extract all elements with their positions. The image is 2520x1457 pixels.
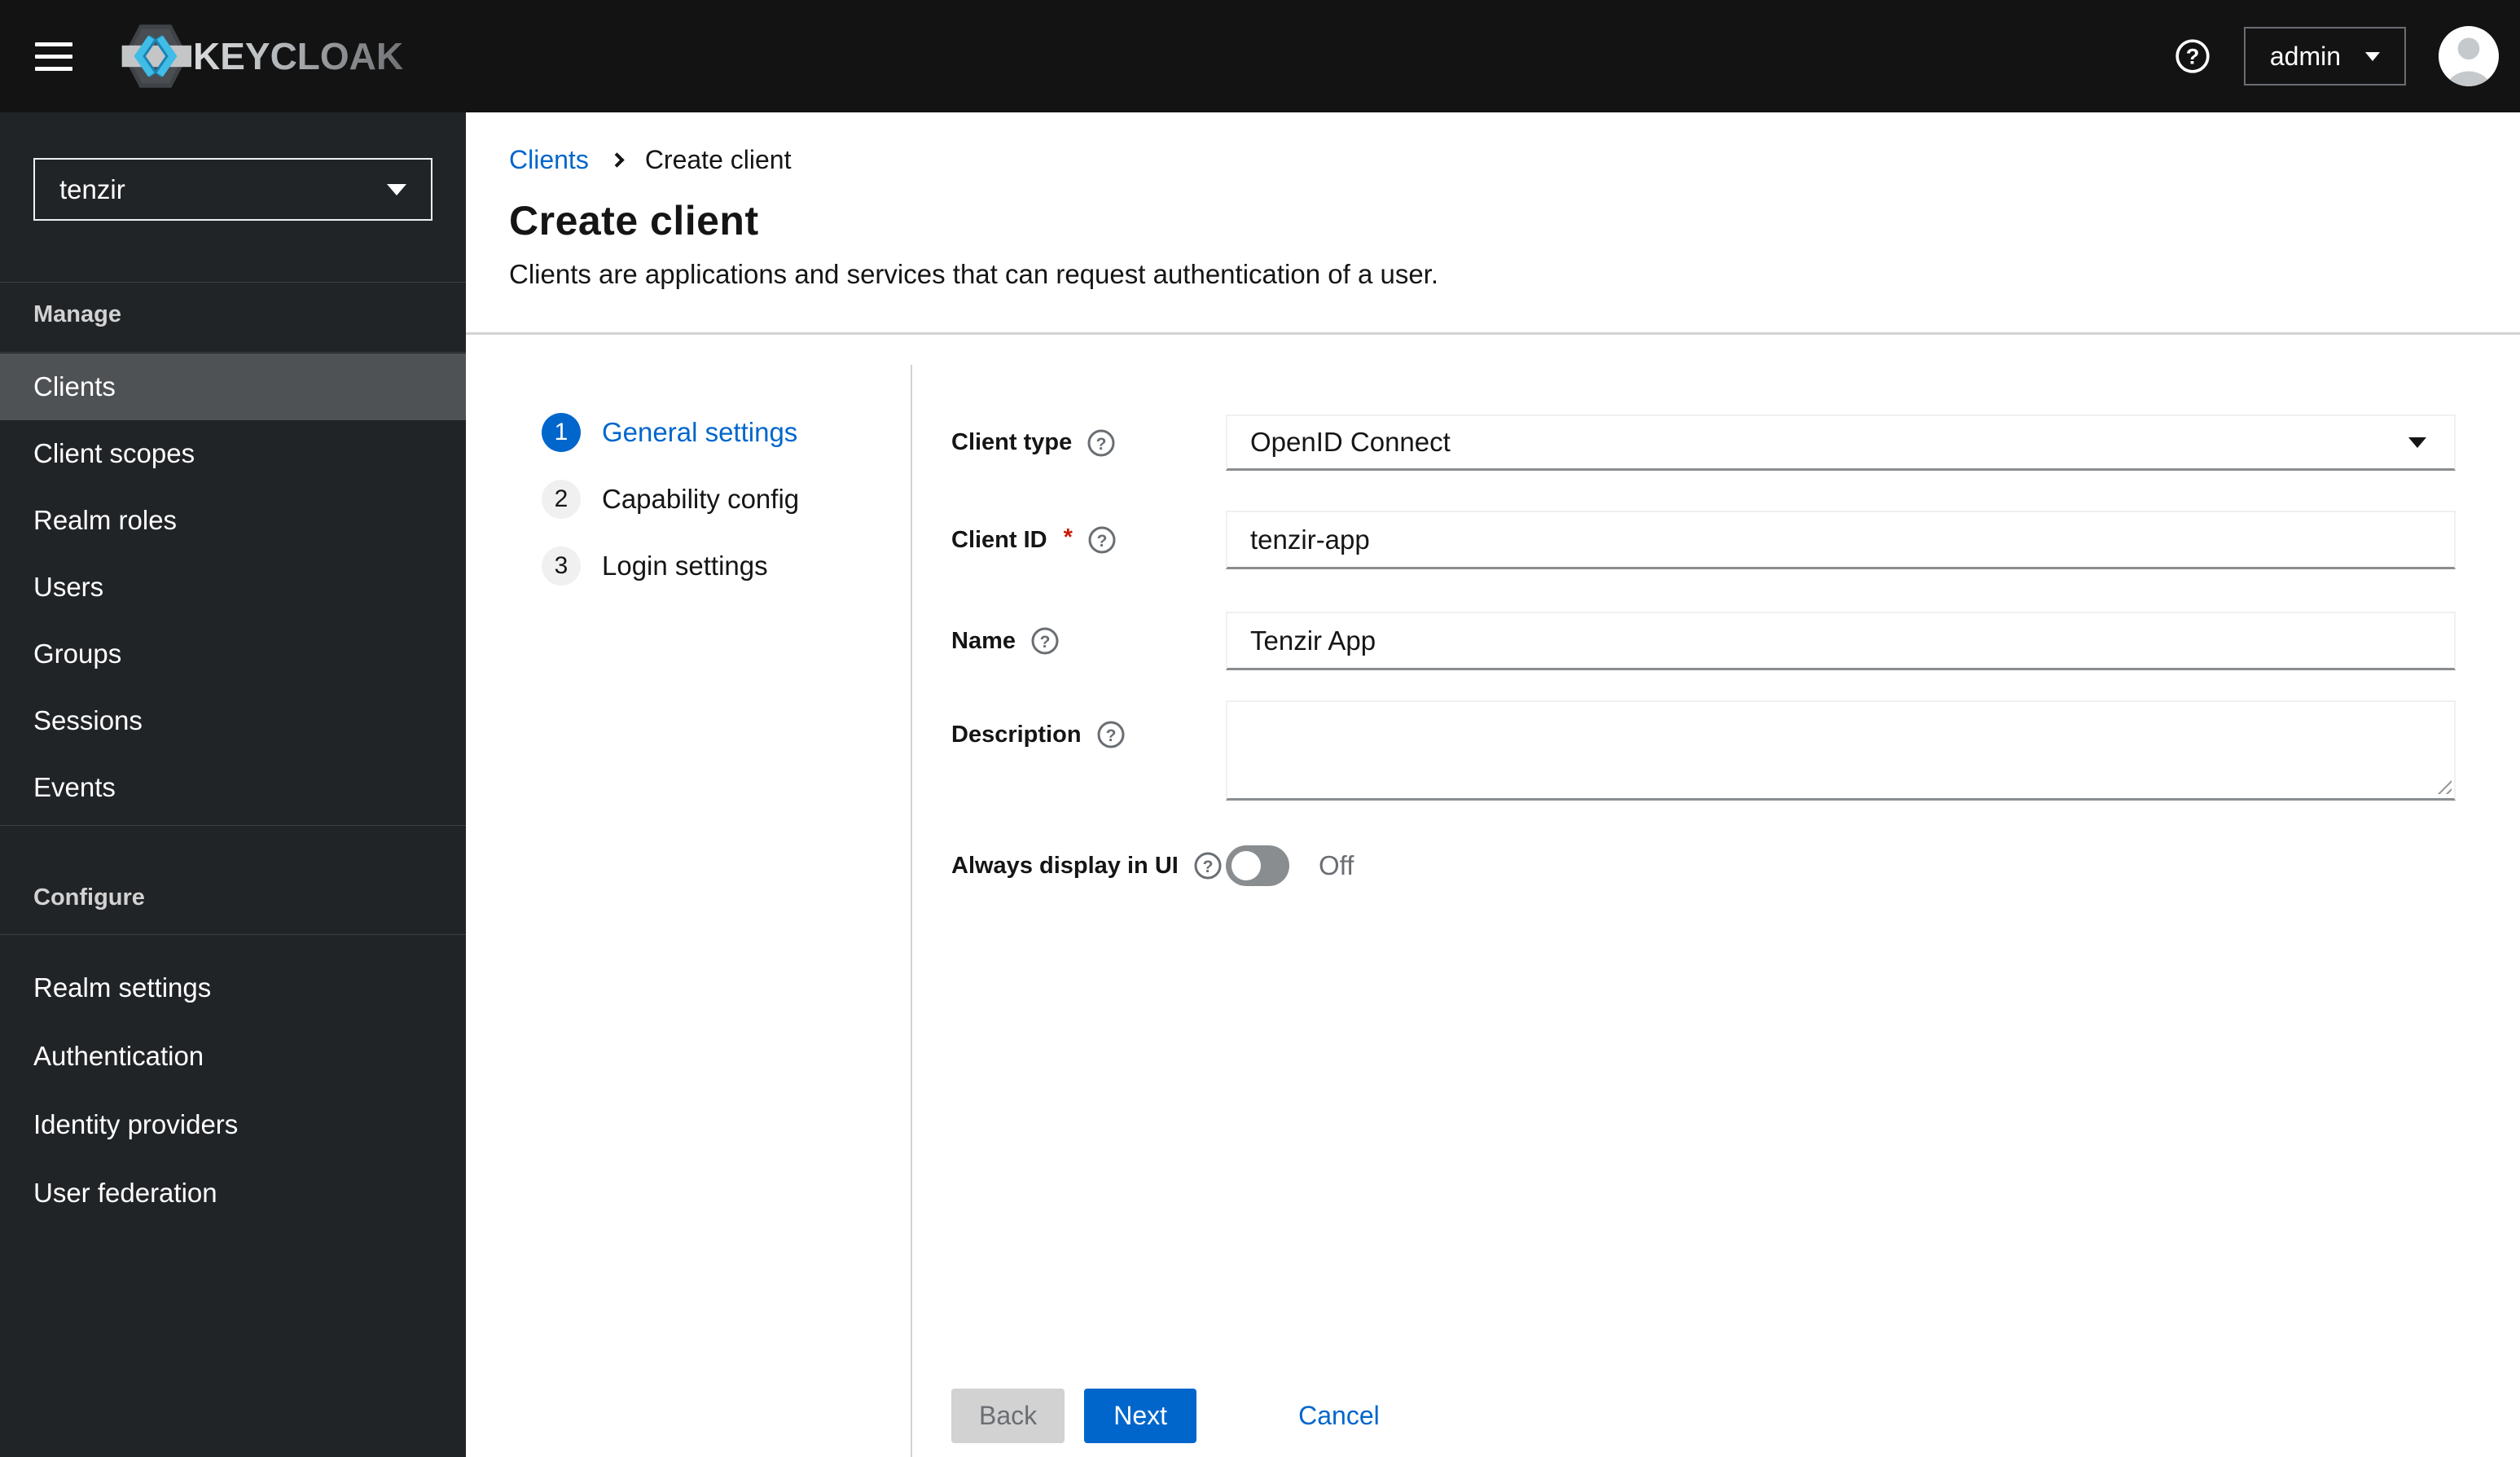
description-label-group: Description ? bbox=[951, 720, 1226, 749]
realm-selector-dropdown[interactable]: tenzir bbox=[33, 158, 432, 221]
chevron-down-icon bbox=[387, 183, 406, 195]
client-type-label: Client type bbox=[951, 429, 1073, 455]
svg-text:?: ? bbox=[1040, 633, 1051, 652]
step-label: General settings bbox=[602, 417, 798, 447]
toggle-knob bbox=[1231, 851, 1261, 880]
client-type-select[interactable]: OpenID Connect bbox=[1226, 415, 2456, 471]
sidebar-item-user-federation[interactable]: User federation bbox=[0, 1159, 466, 1227]
svg-text:?: ? bbox=[1096, 435, 1107, 454]
sidebar-divider bbox=[0, 282, 466, 283]
hamburger-bar bbox=[35, 54, 72, 59]
step-number: 2 bbox=[542, 480, 581, 519]
step-number: 1 bbox=[542, 413, 581, 452]
help-icon[interactable]: ? bbox=[1087, 525, 1117, 555]
wizard-divider bbox=[911, 365, 912, 1457]
sidebar-item-sessions[interactable]: Sessions bbox=[0, 687, 466, 754]
breadcrumb: Clients Create client bbox=[509, 145, 791, 175]
step-label: Login settings bbox=[602, 551, 768, 581]
wizard-steps: 1 General settings 2 Capability config 3… bbox=[542, 413, 799, 613]
sidebar-divider bbox=[0, 934, 466, 935]
user-menu-dropdown[interactable]: admin bbox=[2243, 27, 2406, 86]
svg-text:?: ? bbox=[1202, 858, 1213, 876]
wizard-footer: Back Next Cancel bbox=[951, 1389, 1380, 1443]
svg-text:?: ? bbox=[2186, 43, 2200, 68]
wizard-step-capability-config[interactable]: 2 Capability config bbox=[542, 480, 799, 519]
sidebar-item-client-scopes[interactable]: Client scopes bbox=[0, 420, 466, 487]
sidebar-section-manage: Manage bbox=[33, 301, 121, 327]
hamburger-bar bbox=[35, 66, 72, 71]
create-client-form: Client type ? OpenID Connect Client ID * bbox=[951, 335, 2456, 1457]
page-title: Create client bbox=[509, 198, 759, 244]
client-id-label-group: Client ID * ? bbox=[951, 524, 1226, 555]
step-label: Capability config bbox=[602, 484, 800, 514]
svg-text:?: ? bbox=[1097, 532, 1108, 551]
masthead: KEYCLOAK ? admin bbox=[0, 0, 2520, 112]
help-icon[interactable]: ? bbox=[1193, 851, 1223, 880]
required-asterisk: * bbox=[1063, 524, 1073, 551]
description-row: Description ? bbox=[951, 700, 2456, 801]
avatar[interactable] bbox=[2439, 26, 2499, 86]
sidebar-divider bbox=[0, 825, 466, 826]
configure-nav: Realm settings Authentication Identity p… bbox=[0, 954, 466, 1227]
main-content: Clients Create client Create client Clie… bbox=[466, 112, 2520, 1457]
client-id-label: Client ID bbox=[951, 526, 1047, 553]
wizard-step-general-settings[interactable]: 1 General settings bbox=[542, 413, 799, 452]
sidebar-item-clients[interactable]: Clients bbox=[0, 353, 466, 420]
back-button[interactable]: Back bbox=[951, 1389, 1065, 1443]
always-display-row: Always display in UI ? Off bbox=[951, 845, 2456, 886]
current-realm: tenzir bbox=[59, 173, 125, 204]
client-type-label-group: Client type ? bbox=[951, 428, 1226, 458]
username: admin bbox=[2269, 41, 2341, 71]
sidebar-item-realm-settings[interactable]: Realm settings bbox=[0, 954, 466, 1022]
sidebar-item-identity-providers[interactable]: Identity providers bbox=[0, 1091, 466, 1159]
sidebar-section-configure: Configure bbox=[33, 884, 145, 911]
sidebar-item-groups[interactable]: Groups bbox=[0, 621, 466, 687]
sidebar-item-events[interactable]: Events bbox=[0, 754, 466, 821]
toggle-state-label: Off bbox=[1319, 850, 1354, 880]
client-id-row: Client ID * ? bbox=[951, 511, 2456, 569]
svg-text:?: ? bbox=[1105, 726, 1116, 745]
sidebar-item-realm-roles[interactable]: Realm roles bbox=[0, 487, 466, 554]
always-display-label: Always display in UI bbox=[951, 852, 1179, 879]
name-label: Name bbox=[951, 627, 1016, 654]
keycloak-logo: KEYCLOAK bbox=[120, 17, 403, 95]
description-textarea[interactable] bbox=[1226, 700, 2456, 801]
brand-wordmark: KEYCLOAK bbox=[193, 35, 404, 77]
keycloak-hexagon-icon bbox=[120, 17, 191, 95]
page-subtitle: Clients are applications and services th… bbox=[509, 259, 1439, 289]
help-icon[interactable]: ? bbox=[1096, 720, 1126, 749]
wizard-step-login-settings[interactable]: 3 Login settings bbox=[542, 546, 799, 586]
breadcrumb-current: Create client bbox=[644, 145, 792, 174]
sidebar: tenzir Manage Clients Client scopes Real… bbox=[0, 112, 466, 1457]
always-display-toggle[interactable] bbox=[1226, 845, 1289, 886]
manage-nav: Clients Client scopes Realm roles Users … bbox=[0, 353, 466, 821]
help-icon[interactable]: ? bbox=[2174, 37, 2211, 75]
sidebar-item-users[interactable]: Users bbox=[0, 554, 466, 621]
name-input[interactable] bbox=[1226, 612, 2456, 670]
caret-down-icon bbox=[2408, 437, 2426, 448]
name-row: Name ? bbox=[951, 612, 2456, 670]
client-id-input[interactable] bbox=[1226, 511, 2456, 569]
sidebar-divider bbox=[0, 352, 466, 353]
name-label-group: Name ? bbox=[951, 626, 1226, 656]
chevron-right-icon bbox=[609, 152, 625, 168]
client-type-row: Client type ? OpenID Connect bbox=[951, 415, 2456, 471]
next-button[interactable]: Next bbox=[1084, 1389, 1197, 1443]
hamburger-bar bbox=[35, 42, 72, 46]
breadcrumb-clients-link[interactable]: Clients bbox=[509, 145, 589, 175]
step-number: 3 bbox=[542, 546, 581, 586]
nav-toggle-hamburger-icon[interactable] bbox=[35, 42, 72, 71]
cancel-button[interactable]: Cancel bbox=[1298, 1401, 1380, 1431]
help-icon[interactable]: ? bbox=[1087, 428, 1116, 458]
client-type-value: OpenID Connect bbox=[1250, 427, 1451, 457]
sidebar-item-authentication[interactable]: Authentication bbox=[0, 1022, 466, 1091]
help-icon[interactable]: ? bbox=[1030, 626, 1060, 656]
description-label: Description bbox=[951, 721, 1082, 748]
always-display-label-group: Always display in UI ? bbox=[951, 851, 1226, 880]
chevron-down-icon bbox=[2365, 51, 2380, 61]
masthead-right: ? admin bbox=[2174, 26, 2499, 86]
